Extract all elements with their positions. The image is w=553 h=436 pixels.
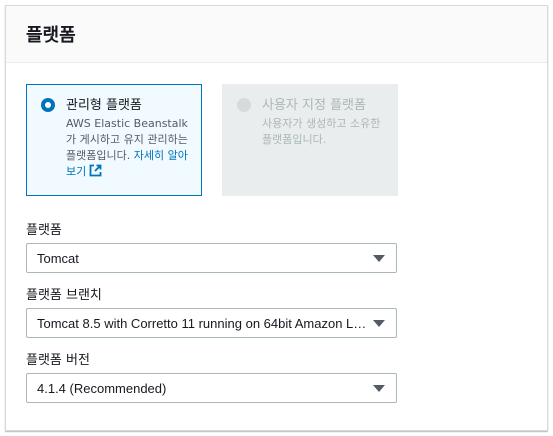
tile-custom-title: 사용자 지정 플랫폼 xyxy=(262,98,366,113)
platform-type-tiles: 관리형 플랫폼 AWS Elastic Beanstalk 가 게시하고 유지 … xyxy=(26,84,398,196)
radio-custom-platform[interactable] xyxy=(237,98,251,112)
tile-custom-platform[interactable]: 사용자 지정 플랫폼 사용자가 생성하고 소유한 플랫폼입니다. xyxy=(222,84,398,196)
tile-custom-description: 사용자가 생성하고 소유한 플랫폼입니다. xyxy=(262,117,381,146)
platform-field: 플랫폼 Tomcat xyxy=(26,219,397,273)
platform-version-field: 플랫폼 버전 4.1.4 (Recommended) xyxy=(26,349,397,403)
platform-branch-field: 플랫폼 브랜치 Tomcat 8.5 with Corretto 11 runn… xyxy=(26,284,397,338)
platform-select-value: Tomcat xyxy=(37,250,79,266)
tile-managed-text: 관리형 플랫폼 AWS Elastic Beanstalk 가 게시하고 유지 … xyxy=(66,97,189,182)
platform-version-select[interactable]: 4.1.4 (Recommended) xyxy=(26,373,397,403)
caret-down-icon xyxy=(373,255,385,262)
platform-version-select-value: 4.1.4 (Recommended) xyxy=(37,380,167,396)
caret-down-icon xyxy=(373,385,385,392)
platform-branch-select-value: Tomcat 8.5 with Corretto 11 running on 6… xyxy=(37,315,367,331)
platform-label: 플랫폼 xyxy=(26,223,62,238)
tile-managed-title: 관리형 플랫폼 xyxy=(66,98,142,113)
platform-branch-label: 플랫폼 브랜치 xyxy=(26,288,102,303)
panel-title: 플랫폼 xyxy=(26,25,76,46)
tile-managed-platform[interactable]: 관리형 플랫폼 AWS Elastic Beanstalk 가 게시하고 유지 … xyxy=(26,84,202,196)
platform-panel: 플랫폼 관리형 플랫폼 AWS Elastic Beanstalk 가 게시하고… xyxy=(5,5,548,431)
platform-select[interactable]: Tomcat xyxy=(26,243,397,273)
platform-version-label: 플랫폼 버전 xyxy=(26,353,90,368)
tile-custom-text: 사용자 지정 플랫폼 사용자가 생성하고 소유한 플랫폼입니다. xyxy=(262,97,385,148)
tile-managed-description: AWS Elastic Beanstalk 가 게시하고 유지 관리하는 플랫폼… xyxy=(66,116,189,182)
radio-managed-platform[interactable] xyxy=(41,98,55,112)
panel-header: 플랫폼 xyxy=(6,6,547,63)
platform-branch-select[interactable]: Tomcat 8.5 with Corretto 11 running on 6… xyxy=(26,308,397,338)
caret-down-icon xyxy=(373,320,385,327)
external-link-icon xyxy=(89,164,102,182)
